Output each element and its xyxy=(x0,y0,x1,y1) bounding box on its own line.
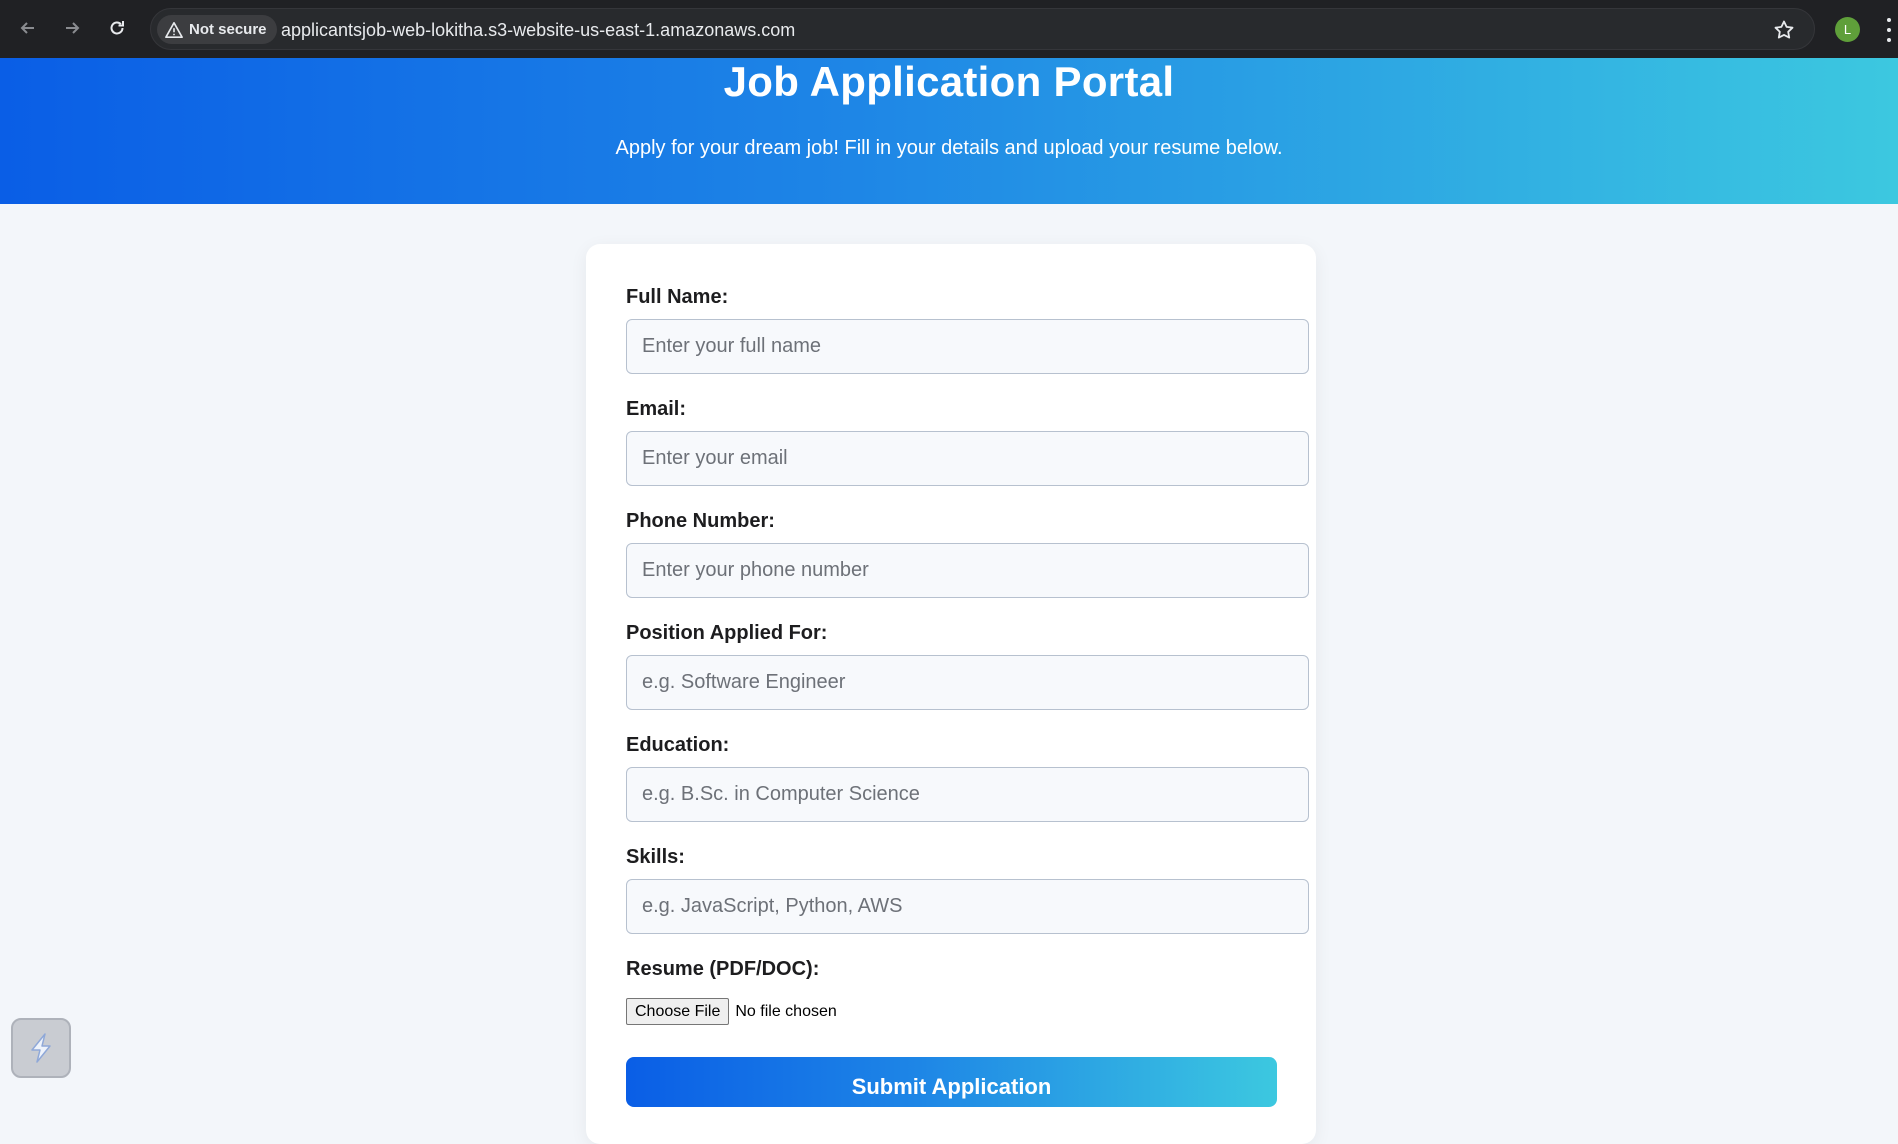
forward-button[interactable] xyxy=(56,12,88,44)
choose-file-button[interactable]: Choose File xyxy=(626,998,730,1025)
address-bar[interactable]: Not secure applicantsjob-web-lokitha.s3-… xyxy=(150,8,1815,50)
back-button[interactable] xyxy=(12,12,44,44)
phone-input[interactable] xyxy=(626,543,1309,598)
skills-input[interactable] xyxy=(626,879,1309,934)
warning-icon xyxy=(165,21,183,38)
forward-arrow-icon xyxy=(66,22,80,34)
email-label: Email: xyxy=(626,398,687,420)
menu-kebab-icon[interactable] xyxy=(1884,18,1894,42)
full-name-label: Full Name: xyxy=(626,286,729,308)
application-form: Full Name: Email: Phone Number: Position… xyxy=(586,244,1316,1144)
email-input[interactable] xyxy=(626,431,1309,486)
page-subtitle: Apply for your dream job! Fill in your d… xyxy=(615,137,1283,159)
submit-application-button[interactable]: Submit Application xyxy=(626,1057,1277,1107)
security-label: Not secure xyxy=(189,21,267,38)
reload-button[interactable] xyxy=(101,12,133,44)
page-header: Job Application Portal Apply for your dr… xyxy=(0,58,1898,204)
url-text[interactable]: applicantsjob-web-lokitha.s3-website-us-… xyxy=(281,20,795,41)
extension-floating-button[interactable] xyxy=(11,1018,71,1078)
resume-file-picker: Choose File No file chosen xyxy=(626,998,837,1025)
star-icon[interactable] xyxy=(1772,18,1796,42)
skills-label: Skills: xyxy=(626,846,685,868)
security-chip[interactable]: Not secure xyxy=(157,15,277,44)
reload-icon xyxy=(110,21,124,35)
profile-avatar[interactable]: L xyxy=(1835,17,1860,42)
browser-toolbar: Not secure applicantsjob-web-lokitha.s3-… xyxy=(0,0,1898,58)
position-input[interactable] xyxy=(626,655,1309,710)
education-input[interactable] xyxy=(626,767,1309,822)
file-status: No file chosen xyxy=(735,1002,837,1020)
full-name-input[interactable] xyxy=(626,319,1309,374)
page-title: Job Application Portal xyxy=(723,58,1175,105)
resume-label: Resume (PDF/DOC): xyxy=(626,958,820,980)
back-arrow-icon xyxy=(20,22,34,34)
education-label: Education: xyxy=(626,734,730,756)
lightning-logo-icon xyxy=(31,1033,51,1063)
phone-label: Phone Number: xyxy=(626,510,775,532)
position-label: Position Applied For: xyxy=(626,622,828,644)
